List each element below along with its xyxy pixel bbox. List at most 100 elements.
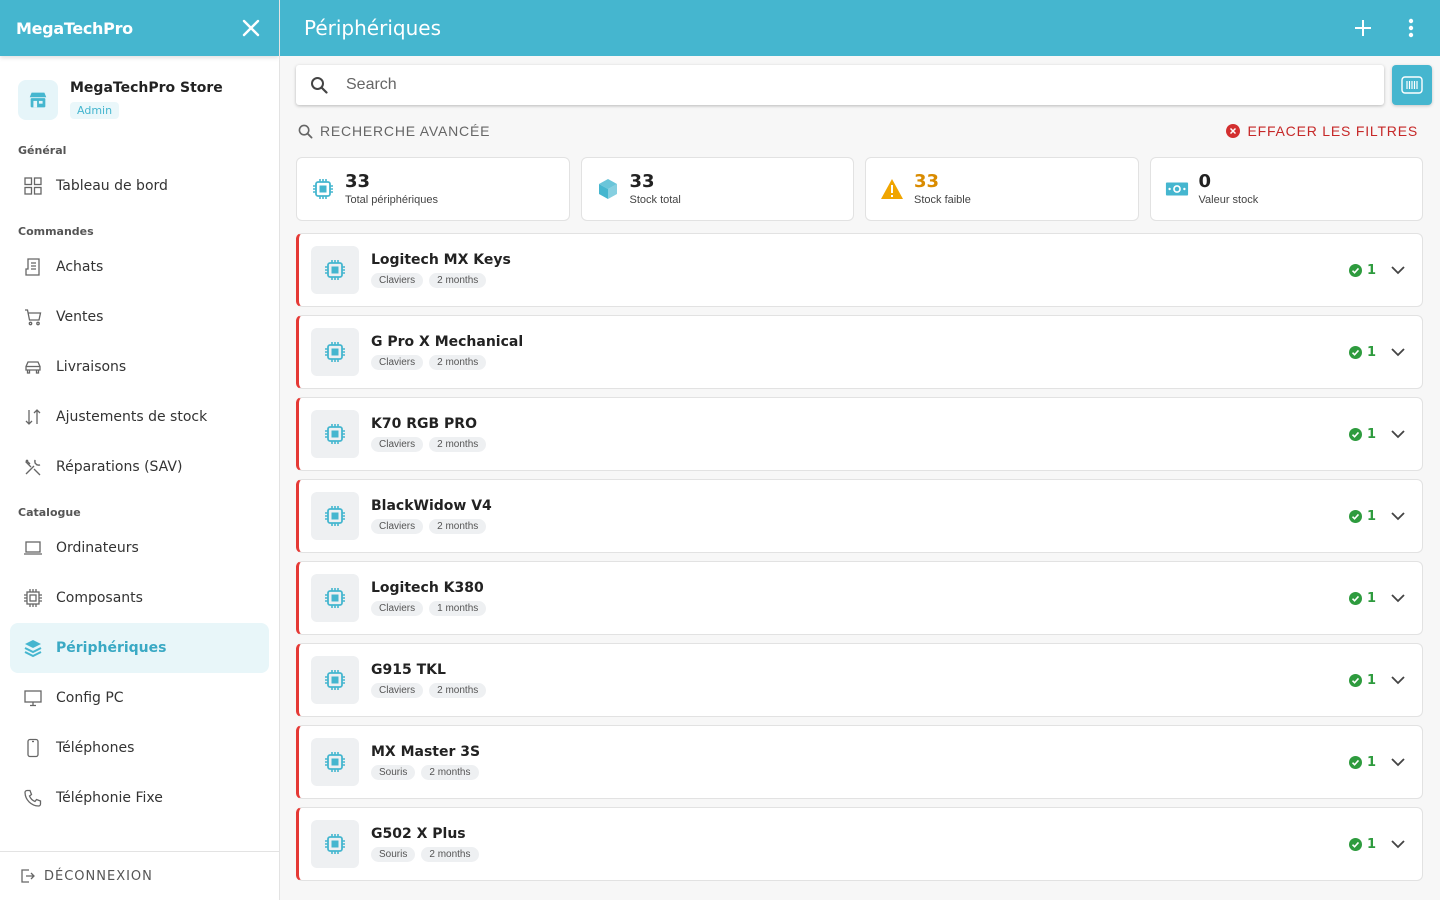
stock-indicator: 1 [1348, 263, 1376, 278]
list-item[interactable]: Logitech MX Keys Claviers 2 months 1 [296, 233, 1423, 307]
sidebar: MegaTechPro MegaTechPro Store Admin Géné… [0, 0, 280, 900]
close-sidebar-button[interactable] [239, 16, 263, 40]
chip-icon [311, 246, 359, 294]
item-name: Logitech K380 [371, 580, 484, 596]
stock-indicator: 1 [1348, 426, 1376, 442]
category-tag: Claviers [371, 437, 424, 452]
sidebar-item-reparations-sav[interactable]: Réparations (SAV) [10, 442, 269, 492]
receipt-icon [22, 256, 44, 278]
stat-card-total-peripheriques: 33 Total périphériques [296, 157, 570, 221]
stat-value: 33 [914, 171, 940, 192]
check-circle-icon [1348, 755, 1362, 769]
age-tag: 1 months [429, 601, 487, 616]
search-bar [296, 65, 1384, 105]
list-item[interactable]: G Pro X Mechanical Claviers 2 months 1 [296, 315, 1423, 389]
chip-icon [311, 492, 359, 540]
chevron-down-icon [1391, 511, 1405, 520]
more-menu-button[interactable] [1398, 15, 1424, 41]
item-name: MX Master 3S [371, 744, 481, 760]
stock-count: 1 [1366, 426, 1376, 442]
expand-button[interactable] [1386, 750, 1410, 774]
list-item[interactable]: Logitech K380 Claviers 1 months 1 [296, 561, 1423, 635]
stat-label: Total périphériques [345, 194, 438, 206]
layers-icon [22, 637, 44, 659]
chevron-down-icon [1391, 265, 1405, 274]
sidebar-item-composants[interactable]: Composants [10, 573, 269, 623]
expand-button[interactable] [1386, 504, 1410, 528]
age-tag: 2 months [421, 765, 479, 780]
sidebar-item-ventes[interactable]: Ventes [10, 292, 269, 342]
search-icon [298, 124, 313, 138]
main-content: Périphériques RECHERCHE AVANCÉE EFFACER … [280, 0, 1440, 900]
check-circle-icon [1348, 427, 1362, 441]
car-icon [22, 356, 44, 378]
sidebar-item-ajustements-de-stock[interactable]: Ajustements de stock [10, 392, 269, 442]
check-circle-icon [1348, 509, 1362, 523]
close-icon [242, 19, 260, 37]
chevron-down-icon [1391, 675, 1405, 684]
sidebar-item-label: Téléphones [56, 740, 135, 756]
expand-button[interactable] [1386, 586, 1410, 610]
store-icon [18, 80, 58, 120]
sidebar-item-label: Téléphonie Fixe [56, 790, 163, 806]
list-item[interactable]: G502 X Plus Souris 2 months 1 [296, 807, 1423, 881]
chevron-down-icon [1391, 839, 1405, 848]
expand-button[interactable] [1386, 340, 1410, 364]
check-circle-icon [1348, 837, 1362, 851]
category-tag: Claviers [371, 601, 424, 616]
chip-icon [311, 574, 359, 622]
stat-card-stock-total: 33 Stock total [580, 157, 854, 221]
chip-icon [311, 410, 359, 458]
stat-label: Stock faible [914, 194, 971, 206]
store-name: MegaTechPro Store [70, 80, 223, 96]
chevron-down-icon [1391, 593, 1405, 602]
cart-icon [22, 306, 44, 328]
list-item[interactable]: K70 RGB PRO Claviers 2 months 1 [296, 397, 1423, 471]
age-tag: 2 months [429, 273, 487, 288]
sidebar-item-label: Config PC [56, 690, 124, 706]
age-tag: 2 months [429, 355, 487, 370]
list-item[interactable]: MX Master 3S Souris 2 months 1 [296, 725, 1423, 799]
clear-filters-label: EFFACER LES FILTRES [1247, 123, 1418, 139]
stock-indicator: 1 [1348, 836, 1376, 852]
logout-button[interactable]: DÉCONNEXION [0, 851, 279, 900]
add-button[interactable] [1350, 15, 1376, 41]
category-tag: Claviers [371, 519, 424, 534]
chevron-down-icon [1391, 347, 1405, 356]
stat-value: 33 [345, 171, 371, 192]
top-bar: Périphériques [280, 0, 1440, 56]
expand-button[interactable] [1386, 832, 1410, 856]
sidebar-item-achats[interactable]: Achats [10, 242, 269, 292]
clear-circle-icon [1226, 124, 1241, 138]
sidebar-item-label: Périphériques [56, 640, 167, 656]
stock-count: 1 [1366, 590, 1376, 606]
list-item[interactable]: G915 TKL Claviers 2 months 1 [296, 643, 1423, 717]
stock-count: 1 [1366, 836, 1376, 852]
sidebar-item-ordinateurs[interactable]: Ordinateurs [10, 523, 269, 573]
check-circle-icon [1348, 345, 1362, 359]
chip-icon [311, 656, 359, 704]
stat-value: 0 [1198, 171, 1212, 192]
stock-indicator: 1 [1348, 590, 1376, 606]
advanced-search-button[interactable]: RECHERCHE AVANCÉE [298, 123, 490, 139]
item-name: Logitech MX Keys [371, 252, 511, 268]
expand-button[interactable] [1386, 668, 1410, 692]
sidebar-item-tableau-de-bord[interactable]: Tableau de bord [10, 161, 269, 211]
search-input[interactable] [346, 76, 1326, 94]
expand-button[interactable] [1386, 422, 1410, 446]
stat-label: Stock total [629, 194, 681, 206]
sidebar-item-livraisons[interactable]: Livraisons [10, 342, 269, 392]
sidebar-item-telephones[interactable]: Téléphones [10, 723, 269, 773]
sidebar-header: MegaTechPro [0, 0, 279, 56]
sidebar-item-telephonie-fixe[interactable]: Téléphonie Fixe [10, 773, 269, 823]
sidebar-item-peripheriques[interactable]: Périphériques [10, 623, 269, 673]
barcode-scan-button[interactable] [1392, 65, 1432, 105]
sidebar-item-config-pc[interactable]: Config PC [10, 673, 269, 723]
expand-button[interactable] [1386, 258, 1410, 282]
stock-count: 1 [1366, 344, 1376, 360]
list-item[interactable]: BlackWidow V4 Claviers 2 months 1 [296, 479, 1423, 553]
clear-filters-button[interactable]: EFFACER LES FILTRES [1226, 123, 1418, 139]
barcode-icon [1401, 76, 1423, 94]
check-circle-icon [1348, 263, 1362, 277]
chevron-down-icon [1391, 429, 1405, 438]
